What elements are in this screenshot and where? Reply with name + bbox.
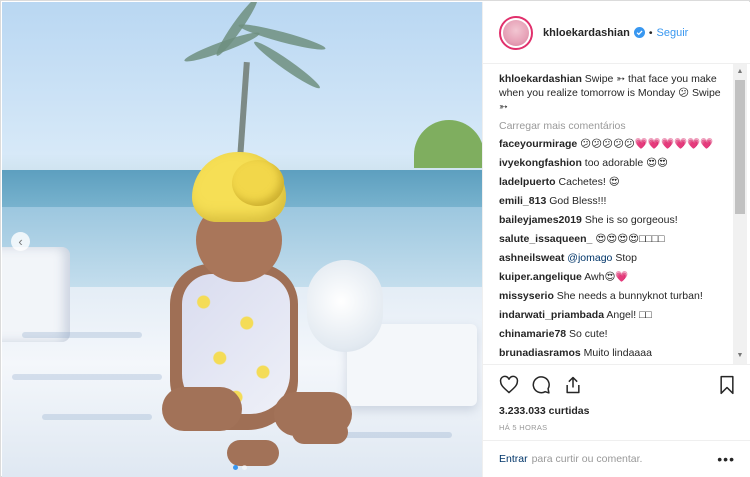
comment-row: emili_813 God Bless!!! <box>499 195 731 208</box>
comment-text: God Bless!!! <box>549 195 607 207</box>
post-side-panel: khloekardashian • Seguir khloekardashian… <box>482 2 750 477</box>
comment-text: too adorable 😍😍 <box>584 157 668 169</box>
comment-row: ivyekongfashion too adorable 😍😍 <box>499 157 731 170</box>
comment-username[interactable]: chinamarie78 <box>499 328 566 340</box>
likes-count[interactable]: 3.233.033 curtidas <box>499 405 589 417</box>
carousel-indicator <box>233 465 247 470</box>
comments-list[interactable]: khloekardashian Swipe ➳ that face you ma… <box>499 72 731 364</box>
post-header: khloekardashian • Seguir <box>483 2 750 64</box>
bush <box>414 120 482 168</box>
comment-text: Cachetes! 😍 <box>558 176 620 188</box>
verified-badge-icon <box>633 27 645 38</box>
comment-icon[interactable] <box>531 375 551 395</box>
avatar-image <box>503 19 529 46</box>
comment-row: faceyourmirage 😕😕😕😕😕💗💗💗💗💗💗 <box>499 138 731 151</box>
separator-dot: • <box>648 26 653 39</box>
comment-username[interactable]: faceyourmirage <box>499 138 577 150</box>
follow-button[interactable]: Seguir <box>657 27 689 39</box>
comment-text: 😍😍😍😍□□□□ <box>595 233 665 245</box>
caption-username[interactable]: khloekardashian <box>499 73 582 85</box>
load-more-comments-button[interactable]: Carregar mais comentários <box>499 120 731 132</box>
bookmark-icon[interactable] <box>717 375 737 395</box>
comments-scrollbar[interactable]: ▲ ▼ <box>733 64 747 364</box>
action-icons-row <box>499 375 739 399</box>
comment-username[interactable]: ivyekongfashion <box>499 157 582 169</box>
post-actions: 3.233.033 curtidas HÁ 5 HORAS <box>483 364 750 440</box>
comment-username[interactable]: kuiper.angelique <box>499 271 582 283</box>
shadow <box>22 332 142 338</box>
comment-username[interactable]: brunadiasramos <box>499 347 581 359</box>
mention-link[interactable]: @jomago <box>567 252 612 264</box>
rolled-towel <box>307 260 383 352</box>
avatar[interactable] <box>499 15 533 50</box>
comment-text: Awh😍💗 <box>584 271 629 283</box>
post-photo[interactable]: ‹ <box>2 2 482 477</box>
comment-text: @jomago Stop <box>567 252 637 264</box>
baby-foot <box>292 420 348 444</box>
carousel-dot <box>233 465 238 470</box>
scroll-down-arrow-icon[interactable]: ▼ <box>733 350 747 362</box>
comment-row: ladelpuerto Cachetes! 😍 <box>499 176 731 189</box>
comment-row: salute_issaqueen_ 😍😍😍😍□□□□ <box>499 233 731 246</box>
carousel-dot <box>242 465 247 470</box>
comment-username[interactable]: salute_issaqueen_ <box>499 233 592 245</box>
heart-icon[interactable] <box>499 375 519 395</box>
comment-text: Angel! □□ <box>606 309 652 321</box>
post-modal: ‹ khloekardashian • Seguir khloekardashi… <box>0 0 750 477</box>
more-options-icon[interactable]: ••• <box>717 451 735 467</box>
share-icon[interactable] <box>563 375 583 395</box>
comment-text: She needs a bunnyknot turban! <box>556 290 703 302</box>
comment-username[interactable]: indarwati_priambada <box>499 309 604 321</box>
post-timestamp[interactable]: HÁ 5 HORAS <box>499 423 547 432</box>
comment-username[interactable]: missyserio <box>499 290 554 302</box>
shadow <box>42 414 152 420</box>
login-prompt-text: para curtir ou comentar. <box>531 453 643 465</box>
shadow <box>12 374 162 380</box>
comment-text: So cute! <box>569 328 608 340</box>
comment-text: She is so gorgeous! <box>584 214 678 226</box>
baby-leg <box>162 387 242 431</box>
baby-foot <box>227 440 279 466</box>
comment-row: indarwati_priambada Angel! □□ <box>499 309 731 322</box>
comment-row: baileyjames2019 She is so gorgeous! <box>499 214 731 227</box>
login-link[interactable]: Entrar <box>499 453 528 465</box>
comment-text: 😕😕😕😕😕💗💗💗💗💗💗 <box>580 138 714 150</box>
comment-row: missyserio She needs a bunnyknot turban! <box>499 290 731 303</box>
comment-row: kuiper.angelique Awh😍💗 <box>499 271 731 284</box>
scroll-up-arrow-icon[interactable]: ▲ <box>733 66 747 78</box>
comment-text: Muito lindaaaa <box>583 347 652 359</box>
comment-row: brunadiasramos Muito lindaaaa <box>499 347 731 360</box>
cushion <box>2 247 70 342</box>
comment-username[interactable]: baileyjames2019 <box>499 214 582 226</box>
comment-username[interactable]: ladelpuerto <box>499 176 556 188</box>
header-username[interactable]: khloekardashian <box>543 27 630 39</box>
scrollbar-thumb[interactable] <box>735 80 745 214</box>
comment-container: faceyourmirage 😕😕😕😕😕💗💗💗💗💗💗 ivyekongfashio… <box>499 138 731 360</box>
comment-username[interactable]: emili_813 <box>499 195 546 207</box>
turban-knot <box>232 160 284 206</box>
add-comment-bar: Entrar para curtir ou comentar. ••• <box>483 440 750 477</box>
post-caption: khloekardashian Swipe ➳ that face you ma… <box>499 72 731 114</box>
comment-row: chinamarie78 So cute! <box>499 328 731 341</box>
chevron-left-icon[interactable]: ‹ <box>11 232 30 251</box>
comment-row: ashneilsweat @jomago Stop <box>499 252 731 265</box>
comment-username[interactable]: ashneilsweat <box>499 252 564 264</box>
